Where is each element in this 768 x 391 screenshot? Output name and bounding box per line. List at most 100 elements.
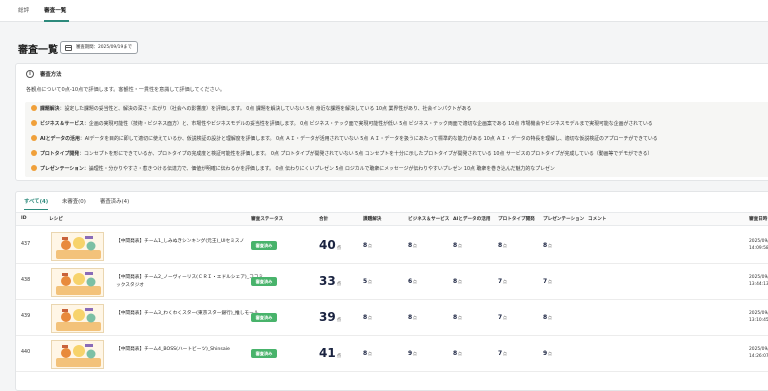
column-header: コメント <box>588 217 607 222</box>
total-score-value: 39 <box>319 310 336 324</box>
score-unit: 点 <box>412 279 417 284</box>
review-period-text: 審査期間：2025/09/19まで <box>76 45 133 50</box>
column-header: 審査日時 <box>749 217 768 222</box>
criteria-bullet-icon <box>31 120 37 126</box>
top-tab-bar: 総評 審査一覧 <box>0 0 768 22</box>
tab-review-list[interactable]: 審査一覧 <box>44 0 69 22</box>
info-icon: i <box>26 70 34 78</box>
row-id: 437 <box>21 242 31 247</box>
criteria-text: ：論理性・分かりやすさ・惹きつける伝達力で、価値が明確に伝わるかを評価します。 … <box>83 166 555 172</box>
criteria-score-value: 8 <box>453 242 458 249</box>
score-unit: 点 <box>412 315 417 320</box>
criteria-score: 9点 <box>543 350 552 357</box>
results-card: すべて(4) 未審査(0) 審査済み(4) ID レシピ 審査ステータス 合計 … <box>15 191 768 391</box>
score-unit: 点 <box>547 243 552 248</box>
score-unit: 点 <box>457 279 462 284</box>
score-unit: 点 <box>547 279 552 284</box>
criteria-score: 7点 <box>498 314 507 321</box>
criteria-score-value: 8 <box>408 242 413 249</box>
criteria-name: ビジネス＆サービス <box>40 121 85 127</box>
table-row[interactable]: 439 【中間発表】チーム3_わくわくスター(東京スター銀行)_推しモール 審査済み… <box>16 300 768 336</box>
criteria-score-value: 8 <box>363 350 368 357</box>
recipe-thumbnail <box>51 232 104 261</box>
review-method-title: 審査方法 <box>40 72 62 78</box>
criteria-score-value: 8 <box>363 242 368 249</box>
review-period-badge: 審査期間：2025/09/19まで <box>60 41 139 54</box>
criteria-score-value: 8 <box>543 242 548 249</box>
criteria-score: 8点 <box>543 242 552 249</box>
criteria-name: 課題解決 <box>40 106 60 112</box>
recipe-name[interactable]: 【中間発表】チーム2_ノーヴィーリス(ＣＲＩ・エドルシェア)_ココミックスタジオ <box>116 274 266 290</box>
score-unit: 点 <box>336 246 342 251</box>
tab-unreviewed[interactable]: 未審査(0) <box>62 196 86 210</box>
tab-reviewed[interactable]: 審査済み(4) <box>100 196 129 210</box>
criteria-score: 8点 <box>453 242 462 249</box>
review-datetime: 2025/09/… 14:26:07 <box>749 347 768 359</box>
status-badge: 審査済み <box>251 241 277 250</box>
criteria-name: プレゼンテーション <box>40 166 84 172</box>
total-score-value: 41 <box>319 346 336 360</box>
criteria-score: 8点 <box>363 242 372 249</box>
column-header: プレゼンテーション <box>543 217 585 222</box>
column-header: ID <box>21 216 27 221</box>
page-title: 審査一覧 <box>18 45 58 56</box>
recipe-name[interactable]: 【中間発表】チーム1_しみぬきシンキング(元王)_UIセミスノ <box>116 238 266 246</box>
score-unit: 点 <box>457 243 462 248</box>
criteria-score-value: 8 <box>408 314 413 321</box>
column-header: 合計 <box>319 217 329 222</box>
calendar-icon <box>65 44 72 51</box>
tab-all[interactable]: すべて(4) <box>24 196 49 210</box>
total-score: 39点 <box>319 310 341 324</box>
table-row[interactable]: 440 【中間発表】チーム4_BOSS(ハートビーツ)_Shinsaie 審査済み 4… <box>16 336 768 372</box>
status-badge: 審査済み <box>251 277 277 286</box>
criteria-score-value: 8 <box>453 350 458 357</box>
review-datetime: 2025/09/… 14:09:58 <box>749 239 768 251</box>
recipe-name[interactable]: 【中間発表】チーム3_わくわくスター(東京スター銀行)_推しモール <box>116 310 266 318</box>
criteria-text: ：設定した課題の妥当性と、解決の深さ・広がり（社会への影響度）を評価します。 0… <box>59 106 472 112</box>
row-id: 440 <box>21 350 31 355</box>
score-unit: 点 <box>367 315 372 320</box>
criteria-name: AIとデータの活用 <box>40 136 80 142</box>
review-datetime: 2025/09/… 13:10:45 <box>749 311 768 323</box>
table-row[interactable]: 437 【中間発表】チーム1_しみぬきシンキング(元王)_UIセミスノ 審査済み 40… <box>16 228 768 264</box>
table-row[interactable]: 438 【中間発表】チーム2_ノーヴィーリス(ＣＲＩ・エドルシェア)_ココミックス… <box>16 264 768 300</box>
criteria-name: プロトタイプ開発 <box>40 151 80 157</box>
column-header: 課題解決 <box>363 217 382 222</box>
criteria-score-value: 6 <box>408 278 413 285</box>
score-unit: 点 <box>547 351 552 356</box>
total-score-value: 40 <box>319 238 336 252</box>
score-unit: 点 <box>502 351 507 356</box>
score-unit: 点 <box>457 351 462 356</box>
score-unit: 点 <box>336 282 342 287</box>
criteria-item: ビジネス＆サービス：企画の実現可能性（技術・ビジネス面方）と、市場性やビジネスモ… <box>31 120 653 128</box>
column-header: プロトタイプ開発 <box>498 217 535 222</box>
score-unit: 点 <box>367 351 372 356</box>
criteria-score-value: 8 <box>453 314 458 321</box>
criteria-score-value: 9 <box>543 350 548 357</box>
criteria-score: 9点 <box>408 350 417 357</box>
criteria-bullet-icon <box>31 150 37 156</box>
criteria-score-value: 8 <box>543 314 548 321</box>
criteria-score: 8点 <box>408 242 417 249</box>
criteria-score-value: 7 <box>543 278 548 285</box>
review-datetime: 2025/09/… 13:44:13 <box>749 275 768 287</box>
criteria-score: 8点 <box>453 350 462 357</box>
criteria-list: 課題解決：設定した課題の妥当性と、解決の深さ・広がり（社会への影響度）を評価しま… <box>25 102 768 177</box>
column-header: レシピ <box>49 217 63 222</box>
recipe-thumbnail <box>51 340 104 369</box>
recipe-name[interactable]: 【中間発表】チーム4_BOSS(ハートビーツ)_Shinsaie <box>116 346 266 354</box>
column-header: 審査ステータス <box>251 217 284 222</box>
score-unit: 点 <box>336 318 342 323</box>
total-score-value: 33 <box>319 274 336 288</box>
criteria-text: ：AIデータを目的に即して適切に使えているか、仮説検証の設計と理解度を評価します… <box>79 136 658 142</box>
tab-overview[interactable]: 総評 <box>18 0 29 22</box>
criteria-text: ：企画の実現可能性（技術・ビジネス面方）と、市場性やビジネスモデルの妥当性を評価… <box>84 121 653 127</box>
total-score: 41点 <box>319 346 341 360</box>
recipe-thumbnail <box>51 304 104 333</box>
criteria-score: 7点 <box>543 278 552 285</box>
score-unit: 点 <box>502 315 507 320</box>
criteria-item: プロトタイプ開発：コンセプトを形にできているか、プロトタイプの完成度と検証可能性… <box>31 150 652 158</box>
criteria-score: 7点 <box>498 350 507 357</box>
criteria-score: 8点 <box>408 314 417 321</box>
criteria-score-value: 7 <box>498 278 503 285</box>
